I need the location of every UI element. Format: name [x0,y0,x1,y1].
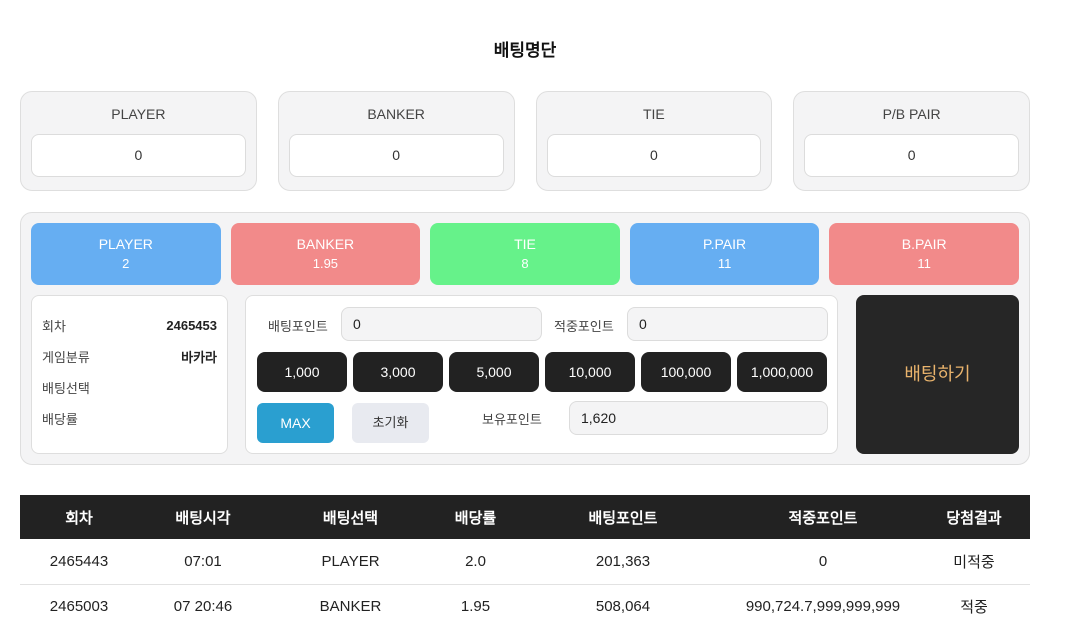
column-header: 회차 [20,495,138,539]
bet-history-table: 회차 배팅시각 배팅선택 배당률 배팅포인트 적중포인트 당첨결과 246544… [20,495,1030,624]
total-label: TIE [642,106,665,122]
reset-button[interactable]: 초기화 [352,403,429,443]
bet-point-label: 배팅포인트 [268,319,328,334]
cell-hit-point: 0 [728,539,918,585]
chip-button-3000[interactable]: 3,000 [353,352,443,392]
total-label: BANKER [367,106,425,122]
info-row-game: 게임분류 바카라 [42,341,217,372]
cell-bet-point: 201,363 [518,539,728,585]
odds-value: 2 [122,256,130,271]
column-header: 배팅시각 [138,495,268,539]
total-value: 0 [31,134,246,177]
chip-button-100000[interactable]: 100,000 [641,352,731,392]
odds-value: 11 [717,256,732,271]
total-value: 0 [804,134,1019,177]
max-button[interactable]: MAX [257,403,334,443]
game-type: 바카라 [181,350,217,365]
odds-value: 11 [917,256,931,271]
bet-input-area: 배팅포인트 0 적중포인트 0 1,000 3,000 5,000 10,000… [245,295,838,454]
table-row: 2465443 07:01 PLAYER 2.0 201,363 0 미적중 [20,539,1030,585]
odds-label: P.PAIR [703,236,747,252]
info-label: 게임분류 [42,350,90,365]
betting-panel: PLAYER 2 BANKER 1.95 TIE 8 P.PAIR 11 B.P… [20,212,1030,465]
chip-button-1000[interactable]: 1,000 [257,352,347,392]
column-header: 당첨결과 [918,495,1030,539]
odds-value: 1.95 [312,256,339,271]
total-player: PLAYER 0 [20,91,257,191]
table-row: 2465003 07 20:46 BANKER 1.95 508,064 990… [20,584,1030,624]
chip-button-1000000[interactable]: 1,000,000 [737,352,827,392]
column-header: 배팅포인트 [518,495,728,539]
cell-round: 2465443 [20,539,138,585]
cell-round: 2465003 [20,584,138,624]
chip-button-5000[interactable]: 5,000 [449,352,539,392]
total-label: PLAYER [111,106,166,122]
info-row-round: 회차 2465453 [42,310,217,341]
info-label: 배당률 [42,412,78,427]
place-bet-button[interactable]: 배팅하기 [856,295,1019,454]
odds-label: B.PAIR [901,236,947,252]
cell-result: 미적중 [918,539,1030,585]
column-header: 배당률 [433,495,518,539]
odds-selector: PLAYER 2 BANKER 1.95 TIE 8 P.PAIR 11 B.P… [31,223,1019,285]
bet-totals: PLAYER 0 BANKER 0 TIE 0 P/B PAIR 0 [20,91,1030,191]
cell-result: 적중 [918,584,1030,624]
chip-button-10000[interactable]: 10,000 [545,352,635,392]
cell-rate: 2.0 [433,539,518,585]
info-row-selection: 배팅선택 [42,372,217,403]
info-row-rate: 배당률 [42,403,217,434]
total-value: 0 [546,134,762,177]
odds-label: TIE [514,236,536,252]
odds-button-banker[interactable]: BANKER 1.95 [230,223,421,285]
total-banker: BANKER 0 [277,91,515,191]
total-label: P/B PAIR [882,106,941,122]
odds-button-banker-pair[interactable]: B.PAIR 11 [829,223,1019,285]
odds-button-player-pair[interactable]: P.PAIR 11 [629,223,820,285]
round-info: 회차 2465453 게임분류 바카라 배팅선택 배당률 [31,295,228,454]
odds-value: 8 [521,256,529,271]
cell-selection: BANKER [268,584,433,624]
hit-point-input[interactable]: 0 [627,307,828,341]
cell-rate: 1.95 [433,584,518,624]
info-label: 회차 [42,319,66,334]
balance-field: 1,620 [569,401,828,435]
round-number: 2465453 [166,318,217,333]
cell-bet-point: 508,064 [518,584,728,624]
chip-buttons: 1,000 3,000 5,000 10,000 100,000 1,000,0… [257,352,827,392]
hit-point-label: 적중포인트 [554,319,614,334]
odds-button-tie[interactable]: TIE 8 [430,223,620,285]
cell-time: 07 20:46 [138,584,268,624]
bet-point-input[interactable]: 0 [341,307,542,341]
total-tie: TIE 0 [535,91,773,191]
odds-label: BANKER [296,236,355,252]
cell-hit-point: 990,724.7,999,999,999 [728,584,918,624]
column-header: 적중포인트 [728,495,918,539]
balance-label: 보유포인트 [482,412,542,427]
cell-selection: PLAYER [268,539,433,585]
total-value: 0 [288,134,504,177]
info-label: 배팅선택 [42,381,90,396]
column-header: 배팅선택 [268,495,433,539]
odds-button-player[interactable]: PLAYER 2 [31,223,221,285]
table-header-row: 회차 배팅시각 배팅선택 배당률 배팅포인트 적중포인트 당첨결과 [20,495,1030,539]
total-pair: P/B PAIR 0 [793,91,1030,191]
page-title: 배팅명단 [493,41,557,60]
odds-label: PLAYER [98,236,153,252]
cell-time: 07:01 [138,539,268,585]
